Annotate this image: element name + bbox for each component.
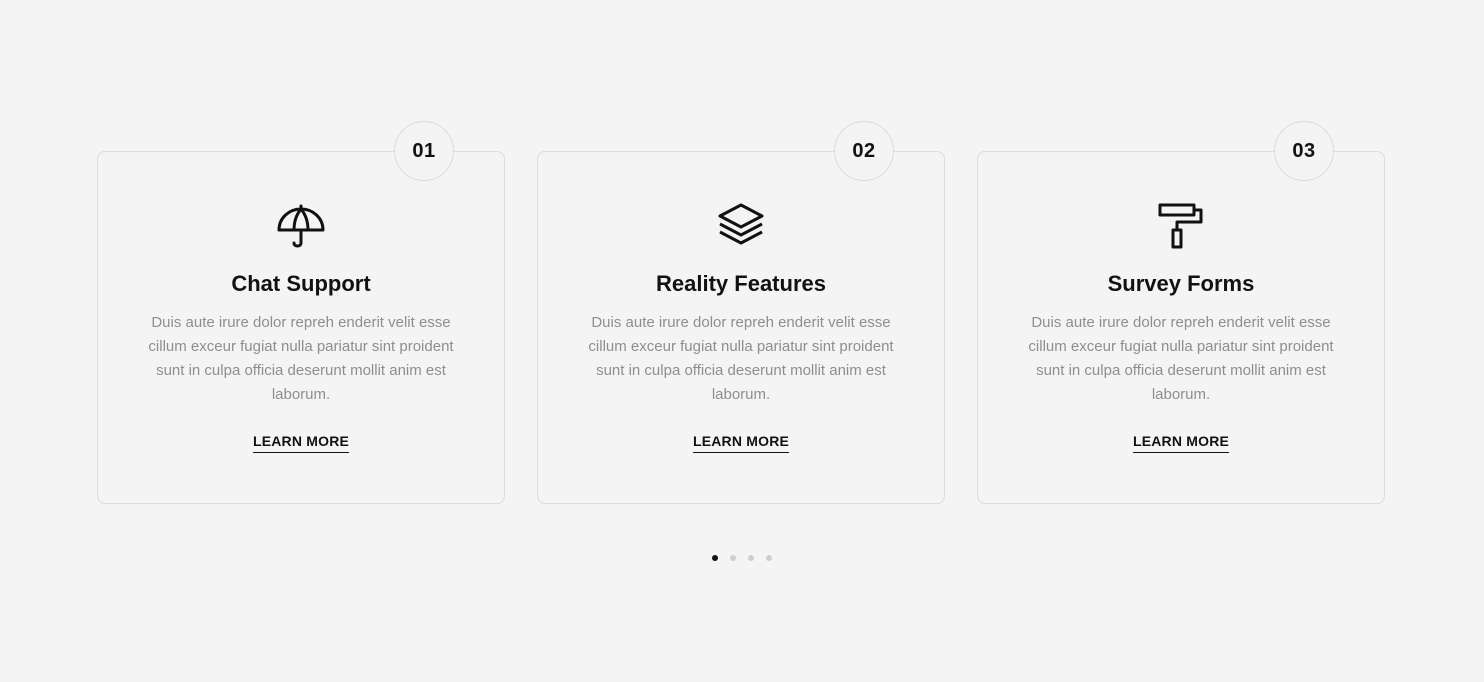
features-carousel: 01 Chat Support Duis aute irure dolor re… [0, 0, 1484, 682]
feature-card-reality-features: 02 Reality Features Duis aute irure dolo… [537, 121, 945, 504]
pagination-dot[interactable] [730, 555, 736, 561]
card-title: Survey Forms [1107, 271, 1255, 296]
layers-icon [717, 202, 765, 250]
card-title: Reality Features [656, 271, 826, 296]
card-number-badge: 02 [834, 121, 894, 181]
feature-card-chat-support: 01 Chat Support Duis aute irure dolor re… [97, 121, 505, 504]
card-number-badge: 03 [1274, 121, 1334, 181]
card-title: Chat Support [231, 271, 371, 296]
card-number-badge: 01 [394, 121, 454, 181]
card-description: Duis aute irure dolor repreh enderit vel… [148, 314, 454, 403]
umbrella-icon [277, 202, 325, 250]
pagination-dot[interactable] [766, 555, 772, 561]
carousel-pagination [712, 555, 772, 561]
card-description: Duis aute irure dolor repreh enderit vel… [1028, 314, 1334, 403]
learn-more-link[interactable]: LEARN MORE [1132, 433, 1230, 453]
paint-roller-icon [1157, 202, 1205, 250]
learn-more-link[interactable]: LEARN MORE [692, 433, 790, 453]
feature-card-survey-forms: 03 Survey Forms Duis aute irure dolor re… [977, 121, 1385, 504]
pagination-dot[interactable] [748, 555, 754, 561]
pagination-dot[interactable] [712, 555, 718, 561]
card-description: Duis aute irure dolor repreh enderit vel… [588, 314, 894, 403]
learn-more-link[interactable]: LEARN MORE [252, 433, 350, 453]
